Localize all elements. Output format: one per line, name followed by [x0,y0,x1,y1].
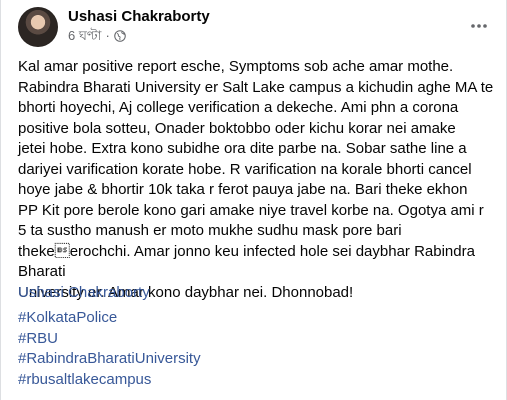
globe-icon[interactable] [114,30,126,42]
author-name[interactable]: Ushasi Chakraborty [68,7,210,26]
more-options-icon[interactable] [462,9,496,43]
post-body: Kal amar positive report esche, Symptoms… [18,58,494,301]
post-signature-link[interactable]: Ushasi Chakraborty [18,283,150,303]
avatar[interactable] [18,7,58,47]
hashtag-list: #KolkataPolice #RBU #RabindraBharatiUniv… [18,308,201,390]
hashtag-link[interactable]: #RBU [18,329,201,350]
hashtag-link[interactable]: #RabindraBharatiUniversity [18,349,201,370]
hashtag-link[interactable]: #KolkataPolice [18,308,201,329]
post-timestamp[interactable]: 6 ঘণ্টা [68,28,101,44]
post-meta: 6 ঘণ্টা · [68,28,126,44]
facebook-post: Ushasi Chakraborty 6 ঘণ্টা · Kal amar po… [0,0,507,400]
post-header: Ushasi Chakraborty 6 ঘণ্টা · [18,4,506,50]
meta-separator: · [105,28,110,43]
hashtag-link[interactable]: #rbusaltlakecampus [18,370,201,391]
